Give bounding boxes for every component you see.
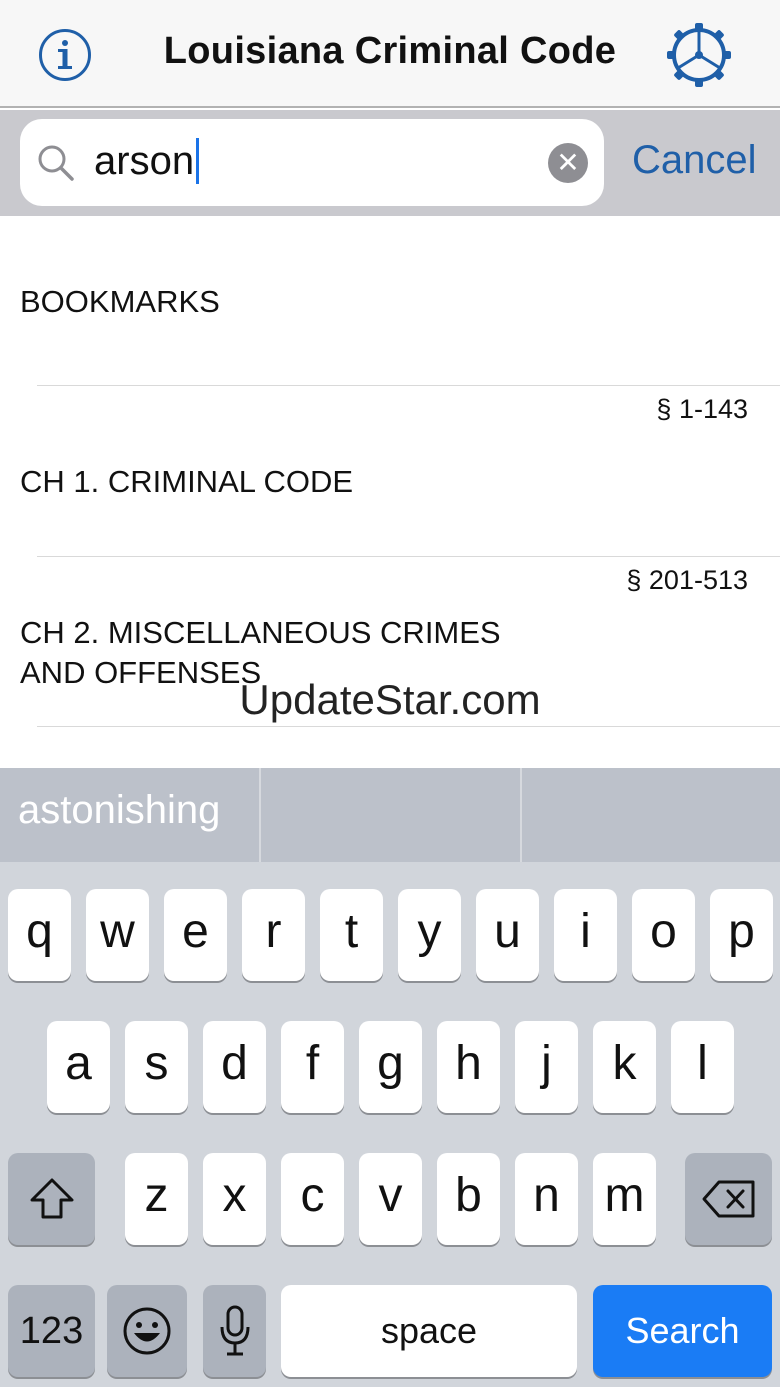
key-v[interactable]: v: [359, 1153, 422, 1245]
key-l[interactable]: l: [671, 1021, 734, 1113]
suggestion-1[interactable]: astonishing: [0, 768, 259, 862]
emoji-key[interactable]: [107, 1285, 187, 1377]
keyboard: astonishing q w e r t y u i o p a s d f …: [0, 768, 780, 1387]
key-e[interactable]: e: [164, 889, 227, 981]
cancel-button[interactable]: Cancel: [632, 138, 757, 183]
dictation-key[interactable]: [203, 1285, 266, 1377]
emoji-icon: [123, 1307, 171, 1355]
search-key[interactable]: Search: [593, 1285, 772, 1377]
backspace-key[interactable]: [685, 1153, 772, 1245]
suggestion-3[interactable]: [522, 768, 780, 862]
page-title: Louisiana Criminal Code: [163, 30, 617, 72]
nav-bar: Louisiana Criminal Code: [0, 0, 780, 108]
key-p[interactable]: p: [710, 889, 773, 981]
microphone-icon: [220, 1305, 249, 1356]
row-divider: [37, 726, 780, 727]
key-f[interactable]: f: [281, 1021, 344, 1113]
key-t[interactable]: t: [320, 889, 383, 981]
key-h[interactable]: h: [437, 1021, 500, 1113]
results-list: BOOKMARKS § 1-143 CH 1. CRIMINAL CODE § …: [0, 216, 780, 727]
key-k[interactable]: k: [593, 1021, 656, 1113]
settings-button[interactable]: [666, 22, 732, 88]
section-range: § 201-513: [626, 565, 748, 595]
suggestion-bar: astonishing: [0, 768, 780, 862]
suggestion-2[interactable]: [261, 768, 520, 862]
key-i[interactable]: i: [554, 889, 617, 981]
clear-icon: ✕: [556, 147, 580, 178]
text-caret: [196, 138, 200, 185]
clear-search-button[interactable]: ✕: [548, 143, 588, 183]
key-b[interactable]: b: [437, 1153, 500, 1245]
key-n[interactable]: n: [515, 1153, 578, 1245]
backspace-icon: [702, 1180, 754, 1218]
key-d[interactable]: d: [203, 1021, 266, 1113]
search-value: arson: [94, 139, 195, 183]
key-q[interactable]: q: [8, 889, 71, 981]
key-g[interactable]: g: [359, 1021, 422, 1113]
key-u[interactable]: u: [476, 889, 539, 981]
space-key[interactable]: space: [281, 1285, 577, 1377]
shift-icon: [30, 1178, 73, 1219]
key-m[interactable]: m: [593, 1153, 656, 1245]
key-z[interactable]: z: [125, 1153, 188, 1245]
key-r[interactable]: r: [242, 889, 305, 981]
watermark: UpdateStar.com: [239, 676, 541, 723]
key-y[interactable]: y: [398, 889, 461, 981]
key-c[interactable]: c: [281, 1153, 344, 1245]
key-a[interactable]: a: [47, 1021, 110, 1113]
list-item-bookmarks[interactable]: BOOKMARKS: [0, 216, 780, 386]
key-w[interactable]: w: [86, 889, 149, 981]
list-item-label-line-1: CH 2. MISCELLANEOUS CRIMES: [20, 615, 501, 650]
list-item-label: BOOKMARKS: [20, 284, 220, 319]
list-item-label: CH 1. CRIMINAL CODE: [20, 464, 354, 499]
numbers-key[interactable]: 123: [8, 1285, 95, 1377]
suggestion-text: astonishing: [18, 788, 221, 832]
search-icon: [38, 145, 74, 181]
shift-key[interactable]: [8, 1153, 95, 1245]
search-input[interactable]: arson ✕: [20, 119, 604, 206]
key-j[interactable]: j: [515, 1021, 578, 1113]
section-range: § 1-143: [656, 394, 748, 424]
search-input-text: arson: [94, 138, 200, 185]
search-bar: arson ✕ Cancel: [0, 110, 780, 216]
key-o[interactable]: o: [632, 889, 695, 981]
key-x[interactable]: x: [203, 1153, 266, 1245]
key-s[interactable]: s: [125, 1021, 188, 1113]
list-item-chapter-1[interactable]: § 1-143 CH 1. CRIMINAL CODE: [0, 386, 780, 557]
gear-icon: [667, 23, 731, 87]
